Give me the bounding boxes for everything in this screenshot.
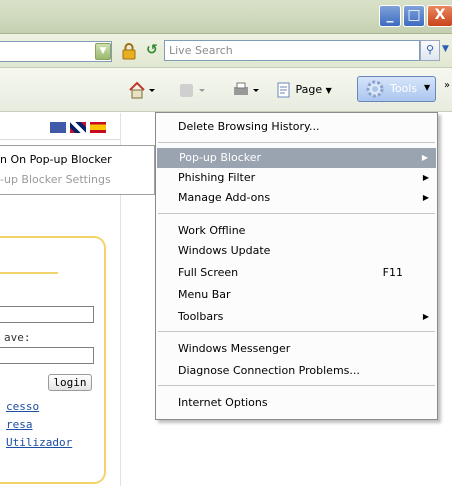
menu-item-label: Windows Messenger (178, 342, 291, 355)
address-dropdown-button[interactable]: ▼ (95, 43, 111, 60)
turn-on-popup-blocker-item[interactable]: n On Pop-up Blocker (0, 153, 112, 166)
feeds-icon (180, 84, 205, 97)
language-flags (0, 118, 120, 140)
menu-item-label: Pop-up Blocker (179, 151, 262, 164)
address-toolbar: ▼ ↺ ✕ Live Search ⚲ ▼ (0, 34, 452, 68)
menu-item-label: Diagnose Connection Problems... (178, 364, 360, 377)
submenu-arrow-icon: ▶ (421, 153, 428, 162)
username-field[interactable] (0, 306, 94, 323)
menu-item-label: Menu Bar (178, 288, 231, 301)
menu-item-label: Full Screen (178, 266, 239, 279)
flag-icon[interactable] (50, 122, 66, 133)
login-button[interactable]: login (48, 374, 92, 391)
menu-separator (158, 213, 435, 214)
chevron-down-icon: ▼ (325, 86, 332, 95)
minimize-button[interactable]: _ (379, 5, 401, 27)
submenu-arrow-icon: ▶ (422, 312, 429, 321)
title-bar: _ □ X (0, 0, 452, 34)
menu-item-label: Work Offline (178, 224, 246, 237)
menu-item-toolbars[interactable]: Toolbars ▶ (156, 307, 437, 327)
submenu-arrow-icon: ▶ (422, 173, 429, 182)
maximize-button[interactable]: □ (403, 5, 425, 27)
company-link[interactable]: resa (6, 418, 33, 431)
menu-item-menu-bar[interactable]: Menu Bar (156, 285, 437, 305)
menu-item-label: Windows Update (178, 244, 271, 257)
menu-item-work-offline[interactable]: Work Offline (156, 221, 437, 241)
page-menu-label: Page (295, 83, 323, 96)
menu-separator (158, 385, 435, 386)
menu-item-internet-options[interactable]: Internet Options (156, 393, 437, 413)
command-bar: Page ▼ Tools ▼ » (0, 68, 452, 112)
printer-icon (234, 82, 259, 95)
password-field[interactable] (0, 347, 94, 364)
tools-menu: Delete Browsing History... Pop-up Blocke… (155, 112, 438, 420)
popup-blocker-submenu: n On Pop-up Blocker -up Blocker Settings (0, 145, 155, 195)
menu-separator (158, 331, 435, 332)
menu-item-label: Delete Browsing History... (178, 120, 320, 133)
gear-icon (366, 80, 384, 98)
menu-item-windows-messenger[interactable]: Windows Messenger (156, 339, 437, 359)
search-options-icon[interactable]: ▼ (442, 44, 449, 54)
page-menu-button[interactable]: Page ▼ (276, 80, 356, 102)
menu-item-label: Manage Add-ons (178, 191, 271, 204)
tools-menu-label: Tools (390, 82, 418, 95)
menu-item-label: Toolbars (178, 310, 224, 323)
user-link[interactable]: Utilizador (6, 436, 72, 449)
menu-item-delete-browsing-history[interactable]: Delete Browsing History... (156, 117, 437, 137)
tools-menu-button[interactable]: Tools ▼ (357, 76, 436, 102)
divider (0, 272, 58, 274)
menu-separator (158, 142, 435, 143)
close-button[interactable]: X (427, 5, 452, 27)
access-link[interactable]: cesso (6, 400, 39, 413)
search-icon[interactable]: ⚲ (420, 40, 440, 61)
search-input[interactable]: Live Search (164, 40, 420, 61)
refresh-icon[interactable]: ↺ (146, 42, 158, 58)
popup-blocker-settings-item[interactable]: -up Blocker Settings (0, 173, 111, 186)
flag-uk-icon[interactable] (70, 122, 86, 133)
home-icon (129, 81, 155, 99)
flag-spain-icon[interactable] (90, 122, 106, 133)
more-commands-icon[interactable]: » (444, 80, 450, 91)
menu-item-diagnose-connection-problems[interactable]: Diagnose Connection Problems... (156, 361, 437, 381)
submenu-arrow-icon: ▶ (422, 193, 429, 202)
menu-item-label: Phishing Filter (178, 171, 256, 184)
menu-item-label: Internet Options (178, 396, 268, 409)
lock-icon[interactable] (120, 42, 138, 60)
chevron-down-icon: ▼ (424, 83, 431, 92)
print-button[interactable] (232, 80, 262, 102)
menu-item-manage-add-ons[interactable]: Manage Add-ons ▶ (156, 188, 437, 208)
menu-item-full-screen[interactable]: Full Screen F11 (156, 263, 437, 283)
menu-item-phishing-filter[interactable]: Phishing Filter ▶ (156, 168, 437, 188)
feeds-button[interactable] (178, 80, 208, 102)
page-icon (277, 82, 290, 98)
menu-item-windows-update[interactable]: Windows Update (156, 241, 437, 261)
home-button[interactable] (128, 80, 158, 102)
password-label: ave: (4, 331, 31, 344)
menu-item-popup-blocker[interactable]: Pop-up Blocker ▶ (157, 148, 436, 168)
shortcut-label: F11 (382, 266, 403, 279)
